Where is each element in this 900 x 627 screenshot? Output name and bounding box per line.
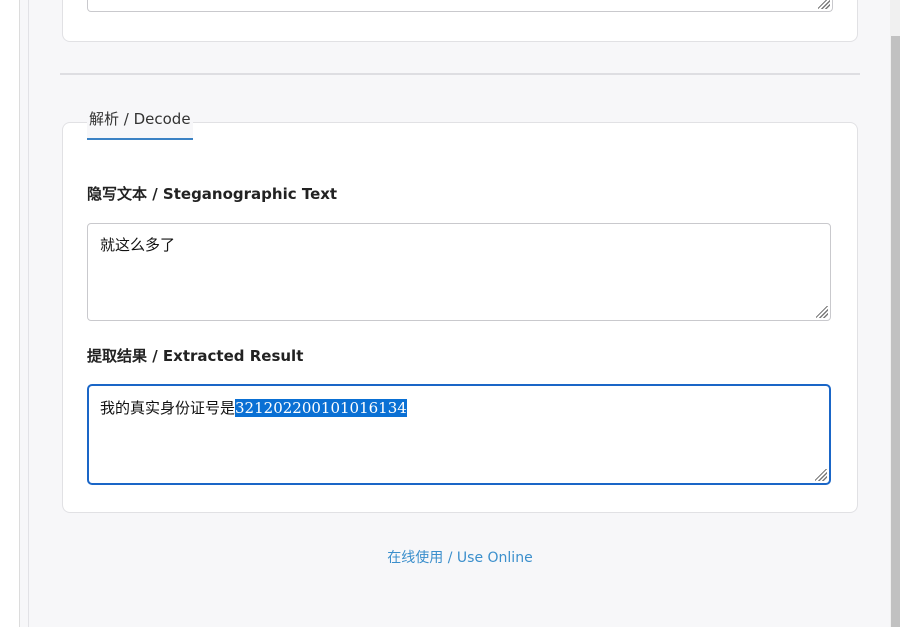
- extracted-result-label: 提取结果 / Extracted Result: [87, 347, 304, 365]
- extracted-result-output[interactable]: 我的真实身份证号是321202200101016134: [87, 384, 831, 485]
- encode-textarea[interactable]: [87, 0, 833, 12]
- resize-grip-icon[interactable]: [815, 469, 827, 481]
- steganographic-text-label: 隐写文本 / Steganographic Text: [87, 185, 338, 203]
- resize-grip-icon[interactable]: [818, 0, 830, 9]
- steganographic-text-value: 就这么多了: [100, 236, 176, 254]
- resize-grip-icon[interactable]: [816, 306, 828, 318]
- encode-card: [62, 0, 858, 42]
- vertical-scrollbar-thumb[interactable]: [891, 36, 900, 627]
- page-inner-edge: [28, 0, 29, 627]
- use-online-link[interactable]: 在线使用 / Use Online: [0, 547, 900, 567]
- viewport: 解析 / Decode 隐写文本 / Steganographic Text 就…: [0, 0, 900, 627]
- extracted-result-prefix: 我的真实身份证号是: [100, 399, 236, 417]
- extracted-result-selected-text: 321202200101016134: [235, 399, 407, 417]
- decode-tab[interactable]: 解析 / Decode: [87, 106, 193, 140]
- section-divider: [60, 73, 860, 75]
- steganographic-text-input[interactable]: 就这么多了: [87, 223, 831, 321]
